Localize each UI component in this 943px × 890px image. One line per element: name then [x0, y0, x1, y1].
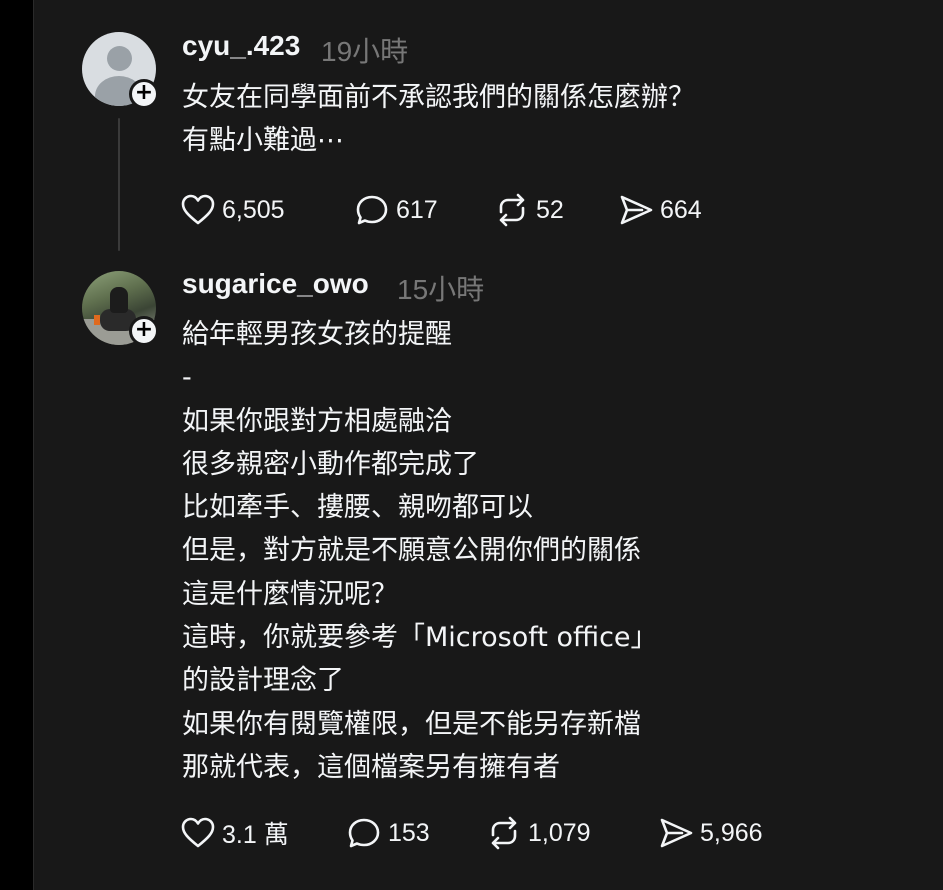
post-line: 這時，你就要參考「Microsoft office」	[182, 622, 658, 654]
avatar-head-shape	[107, 46, 132, 71]
comment-count: 153	[388, 818, 430, 847]
share-button[interactable]: 664	[618, 193, 702, 227]
heart-icon	[181, 817, 215, 848]
post-timestamp: 15小時	[397, 274, 485, 305]
post-body: 女友在同學面前不承認我們的關係怎麼辦？ 有點小難過⋯	[182, 76, 695, 163]
follow-plus-icon[interactable]: +	[129, 79, 159, 109]
post-username[interactable]: sugarice_owo	[182, 268, 369, 300]
like-count: 3.1 萬	[222, 821, 289, 849]
post-line: 很多親密小動作都完成了	[182, 448, 479, 480]
avatar-rider-shape	[110, 287, 128, 313]
post-line: 給年輕男孩女孩的提醒	[182, 319, 452, 350]
repost-button[interactable]: 1,079	[486, 816, 591, 850]
post-line: 的設計理念了	[182, 665, 344, 697]
heart-icon	[181, 194, 215, 225]
post-line: 但是，對方就是不願意公開你們的關係	[182, 535, 641, 567]
repost-count: 52	[536, 195, 564, 224]
post-line: 那就代表，這個檔案另有擁有者	[182, 751, 560, 783]
comment-button[interactable]: 617	[354, 193, 438, 227]
comment-count: 617	[396, 195, 438, 224]
like-button[interactable]: 6,505	[180, 193, 285, 227]
post-line: 女友在同學面前不承認我們的關係怎麼辦？	[182, 82, 695, 113]
repost-button[interactable]: 52	[494, 193, 564, 227]
send-icon	[620, 195, 653, 225]
post-line: 這是什麼情況呢？	[182, 578, 398, 610]
follow-plus-icon[interactable]: +	[129, 316, 159, 346]
post-line: 有點小難過⋯	[182, 125, 344, 157]
share-button[interactable]: 5,966	[658, 816, 763, 850]
repost-count: 1,079	[528, 818, 591, 847]
comment-bubble-icon	[356, 195, 388, 225]
like-button[interactable]: 3.1 萬	[180, 816, 289, 850]
like-count: 6,505	[222, 195, 285, 224]
comment-button[interactable]: 153	[346, 816, 430, 850]
send-icon	[660, 818, 693, 848]
thread-connector-line	[118, 118, 120, 251]
post-username[interactable]: cyu_.423	[182, 30, 300, 62]
post-line: 如果你有閱覽權限，但是不能另存新檔	[182, 708, 641, 740]
post-actions: 6,505 617 52 664	[180, 193, 740, 227]
post-line: 如果你跟對方相處融洽	[182, 405, 452, 437]
post-line: 比如牽手、摟腰、親吻都可以	[182, 492, 533, 524]
repost-arrows-icon	[491, 816, 517, 850]
post-timestamp: 19小時	[321, 36, 409, 67]
post-actions: 3.1 萬 153 1,079 5,966	[180, 816, 800, 850]
share-count: 5,966	[700, 818, 763, 847]
repost-arrows-icon	[499, 193, 525, 227]
post-body: 給年輕男孩女孩的提醒 - 如果你跟對方相處融洽 很多親密小動作都完成了比如牽手、摟腰、…	[182, 313, 658, 789]
post-line: -	[182, 362, 192, 394]
share-count: 664	[660, 195, 702, 224]
comment-bubble-icon	[348, 818, 380, 848]
